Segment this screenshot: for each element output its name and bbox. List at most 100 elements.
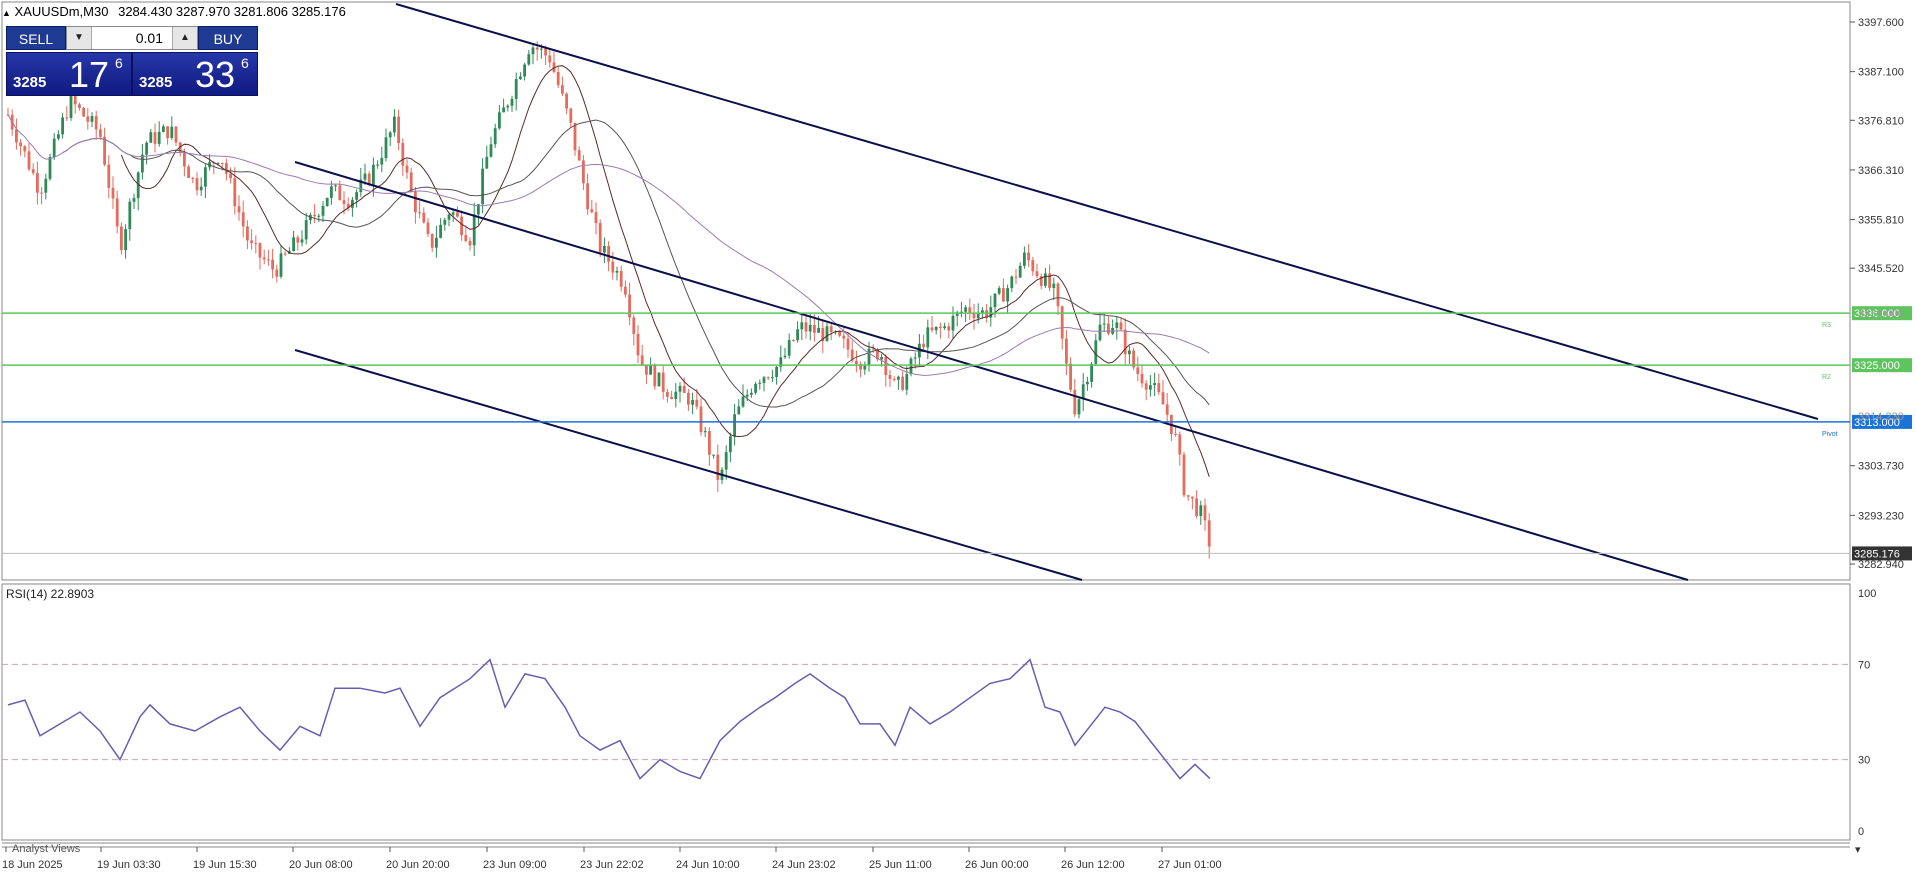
candle-body bbox=[951, 315, 955, 331]
candle-body bbox=[338, 185, 342, 201]
candle-body bbox=[321, 206, 325, 216]
analyst-views-tab[interactable]: Analyst Views bbox=[12, 843, 81, 855]
candle-body bbox=[632, 317, 636, 334]
price-tick-label: 3345.520 bbox=[1858, 263, 1904, 275]
candle-body bbox=[82, 107, 85, 117]
rsi-axis-label: 70 bbox=[1858, 659, 1870, 671]
candle-body bbox=[909, 358, 913, 375]
candle-body bbox=[1165, 404, 1169, 415]
candle-body bbox=[283, 253, 287, 255]
candle-body bbox=[220, 162, 224, 164]
candle-body bbox=[905, 374, 909, 390]
candle-body bbox=[792, 340, 795, 342]
candle-body bbox=[666, 391, 669, 397]
channel-lines[interactable] bbox=[294, 3, 1819, 581]
candle-body bbox=[355, 192, 358, 200]
symbol-label: XAUUSDm,M30 bbox=[14, 4, 109, 19]
time-tick-label: 23 Jun 22:02 bbox=[580, 859, 644, 871]
candle-body bbox=[191, 177, 195, 179]
candle-body bbox=[1149, 385, 1152, 390]
lot-increase-icon[interactable]: ▲ bbox=[172, 27, 197, 49]
time-tick-label: 24 Jun 23:02 bbox=[772, 859, 836, 871]
lot-size-input[interactable]: ▼ 0.01 ▲ bbox=[66, 26, 198, 50]
candle-body bbox=[586, 183, 589, 210]
candle-body bbox=[292, 237, 295, 252]
candle-body bbox=[372, 164, 375, 185]
candle-body bbox=[640, 355, 644, 365]
candle-body bbox=[304, 220, 308, 240]
candle-body bbox=[577, 150, 581, 161]
candle-body bbox=[317, 215, 321, 217]
price-tick-label: 3303.730 bbox=[1858, 461, 1904, 473]
rsi-line bbox=[7, 658, 1211, 780]
candle-body bbox=[867, 348, 871, 366]
candle-body bbox=[754, 383, 757, 393]
time-tick-label: 18 Jun 2025 bbox=[2, 859, 63, 871]
candle-body bbox=[1006, 288, 1009, 302]
candle-body bbox=[939, 326, 942, 329]
candle-body bbox=[582, 160, 585, 184]
candle-body bbox=[237, 206, 241, 213]
candle-body bbox=[296, 237, 300, 243]
level-name-label: Pivot bbox=[1822, 431, 1838, 438]
candle-body bbox=[703, 431, 707, 433]
candle-body bbox=[1056, 283, 1060, 307]
one-click-trading-panel: SELL ▼ 0.01 ▲ BUY 3285 17 6 3285 33 6 bbox=[6, 26, 258, 96]
price-axis: 3397.600 3387.100 3376.810 3366.310 3355.810… bbox=[2, 17, 1912, 571]
candle-body bbox=[1073, 389, 1077, 415]
scroll-down-icon[interactable]: ▾ bbox=[1855, 843, 1861, 856]
sell-button[interactable]: SELL bbox=[6, 26, 66, 50]
rsi-axis-label: 0 bbox=[1858, 826, 1864, 838]
channel-middle-line[interactable] bbox=[294, 161, 1689, 581]
candle-body bbox=[69, 94, 73, 118]
sell-price-big: 17 bbox=[69, 54, 110, 95]
candle-body bbox=[149, 132, 153, 143]
candle-body bbox=[325, 197, 329, 207]
candle-body bbox=[174, 126, 178, 143]
candle-body bbox=[1060, 306, 1064, 339]
buy-price-prefix: 3285 bbox=[139, 74, 173, 91]
candle-body bbox=[502, 107, 505, 113]
candle-body bbox=[65, 117, 69, 119]
candle-body bbox=[111, 187, 115, 199]
price-tick-label: 3387.100 bbox=[1858, 67, 1904, 79]
candle-body bbox=[863, 365, 867, 370]
candle-body bbox=[947, 326, 951, 331]
time-axis: 18 Jun 2025 19 Jun 03:30 19 Jun 15:30 20 Ju… bbox=[2, 847, 1222, 871]
chart-canvas[interactable]: 3336.000R33325.000R23313.000Pivot 3397.6… bbox=[0, 0, 1916, 874]
price-tick-label: 3282.940 bbox=[1858, 559, 1904, 571]
rsi-indicator: RSI(14) 22.8903 100 70 30 0 bbox=[2, 587, 1876, 838]
rsi-label: RSI(14) 22.8903 bbox=[6, 587, 94, 601]
candle-body bbox=[611, 261, 615, 273]
candle-body bbox=[380, 158, 384, 165]
price-tick-label-partial: 3336.000 bbox=[1858, 308, 1904, 320]
candle-body bbox=[195, 178, 199, 191]
candle-body bbox=[674, 391, 678, 400]
buy-price[interactable]: 3285 33 6 bbox=[132, 52, 258, 96]
candle-body bbox=[258, 243, 262, 258]
candle-body bbox=[57, 134, 60, 139]
candle-body bbox=[645, 364, 648, 375]
candle-body bbox=[1090, 363, 1093, 382]
collapse-icon[interactable]: ▲ bbox=[2, 8, 11, 18]
candle-body bbox=[691, 399, 694, 405]
level-price-label: 3325.000 bbox=[1854, 360, 1900, 372]
candle-body bbox=[548, 55, 552, 63]
candle-body bbox=[246, 226, 249, 241]
candle-body bbox=[514, 79, 518, 99]
candle-body bbox=[183, 152, 186, 167]
channel-lower-line[interactable] bbox=[294, 349, 1083, 581]
candle-body bbox=[170, 126, 174, 139]
candle-body bbox=[27, 151, 31, 170]
buy-button[interactable]: BUY bbox=[198, 26, 258, 50]
candle-body bbox=[132, 198, 136, 202]
candle-body bbox=[976, 313, 980, 319]
candle-body bbox=[1128, 350, 1131, 355]
candle-body bbox=[712, 454, 715, 456]
channel-upper-line[interactable] bbox=[395, 3, 1819, 420]
candle-body bbox=[1144, 383, 1148, 390]
lot-decrease-icon[interactable]: ▼ bbox=[67, 27, 92, 49]
candle-body bbox=[813, 325, 816, 333]
candle-body bbox=[922, 343, 925, 348]
sell-price[interactable]: 3285 17 6 bbox=[6, 52, 132, 96]
